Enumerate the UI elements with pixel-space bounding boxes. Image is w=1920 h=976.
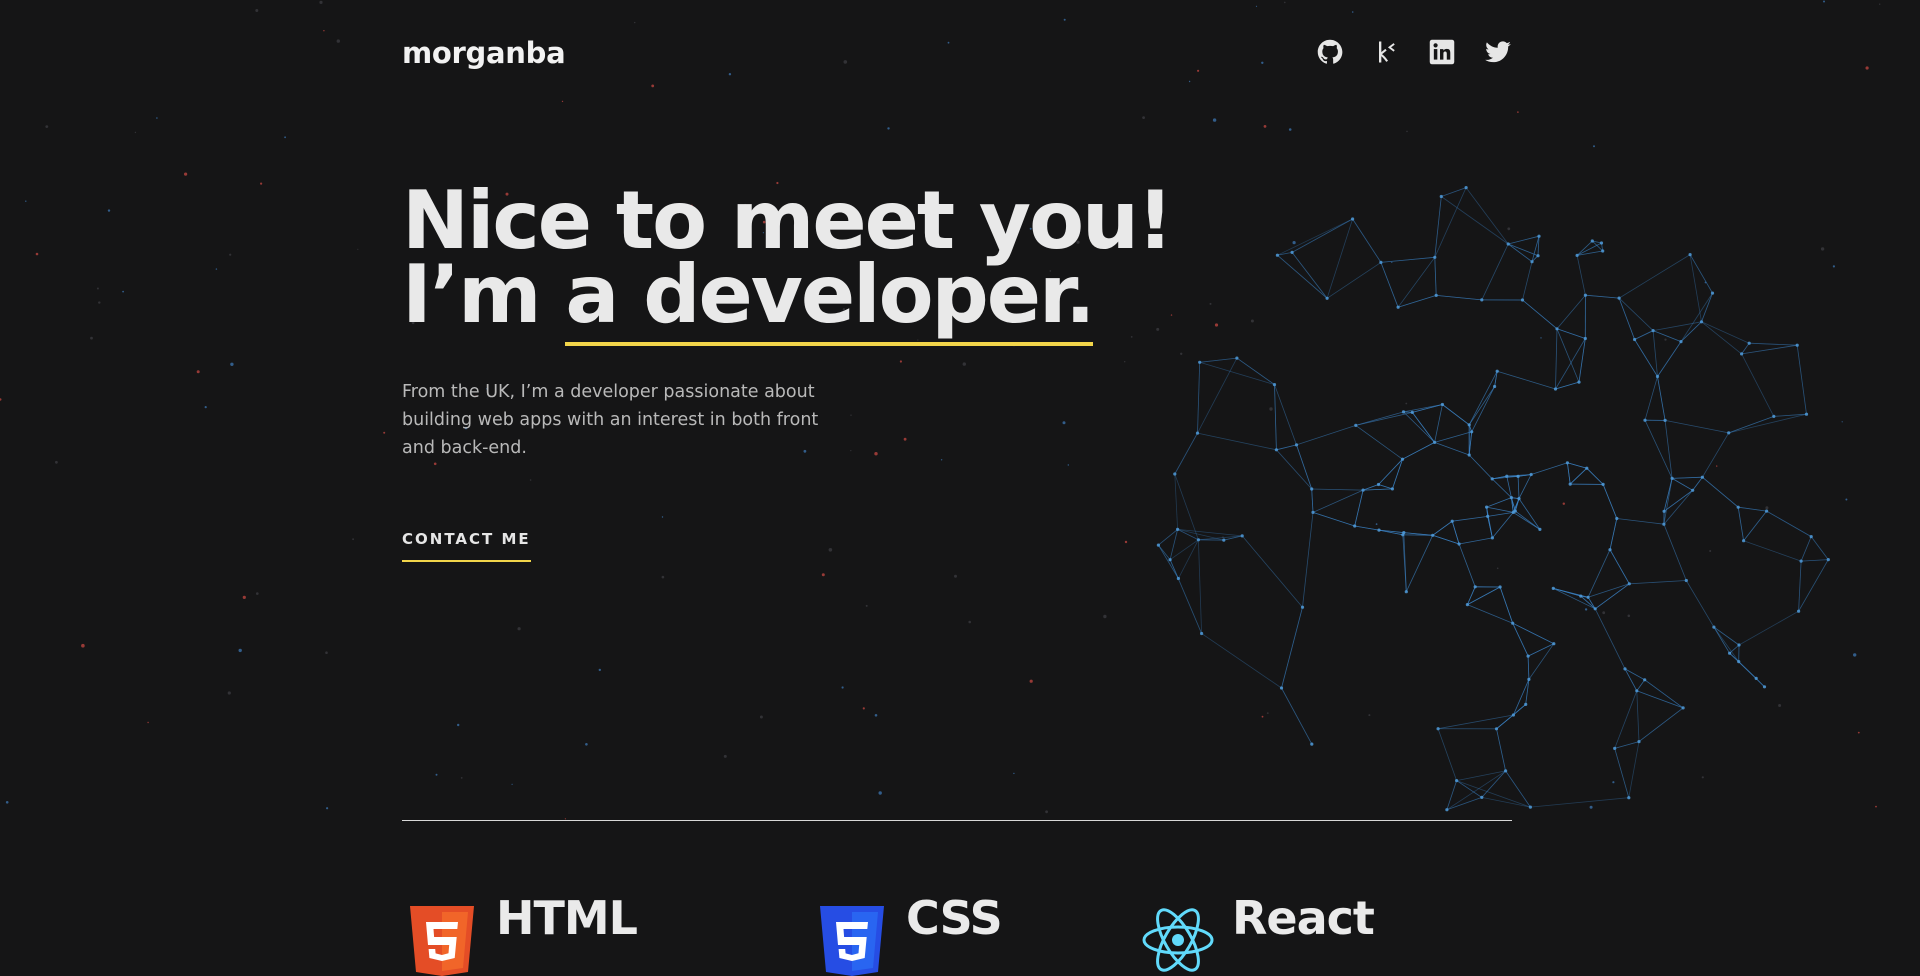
skill-label: HTML [496,890,637,946]
hero-line-1: Nice to meet you! [402,184,1171,258]
skill-label: CSS [906,890,1002,946]
css3-icon [816,904,888,976]
linkedin-icon [1428,38,1456,66]
hero-line-2: I’m a developer. [402,258,1171,332]
hero-heading: Nice to meet you! I’m a developer. [402,184,1171,332]
github-icon [1316,38,1344,66]
github-link[interactable] [1316,38,1344,66]
skill-html: HTML [406,890,637,976]
kaggle-link[interactable] [1372,38,1400,66]
skill-react: React [1142,890,1374,976]
social-links [1316,38,1512,66]
kaggle-icon [1372,38,1400,66]
skills-list: HTML CSS [402,890,1512,970]
section-divider [402,820,1512,821]
twitter-link[interactable] [1484,38,1512,66]
contact-me-link[interactable]: CONTACT ME [402,530,531,562]
intro-text: From the UK, I’m a developer passionate … [402,378,842,462]
skill-css: CSS [816,890,1002,976]
site-logo[interactable]: morganba [402,36,565,70]
react-icon [1142,904,1214,976]
skill-label: React [1232,890,1374,946]
twitter-icon [1484,38,1512,66]
hero-highlight: a developer. [565,258,1093,332]
linkedin-link[interactable] [1428,38,1456,66]
html5-icon [406,904,478,976]
hero-line-2-prefix: I’m [402,248,565,341]
page-container: morganba [402,0,1512,953]
